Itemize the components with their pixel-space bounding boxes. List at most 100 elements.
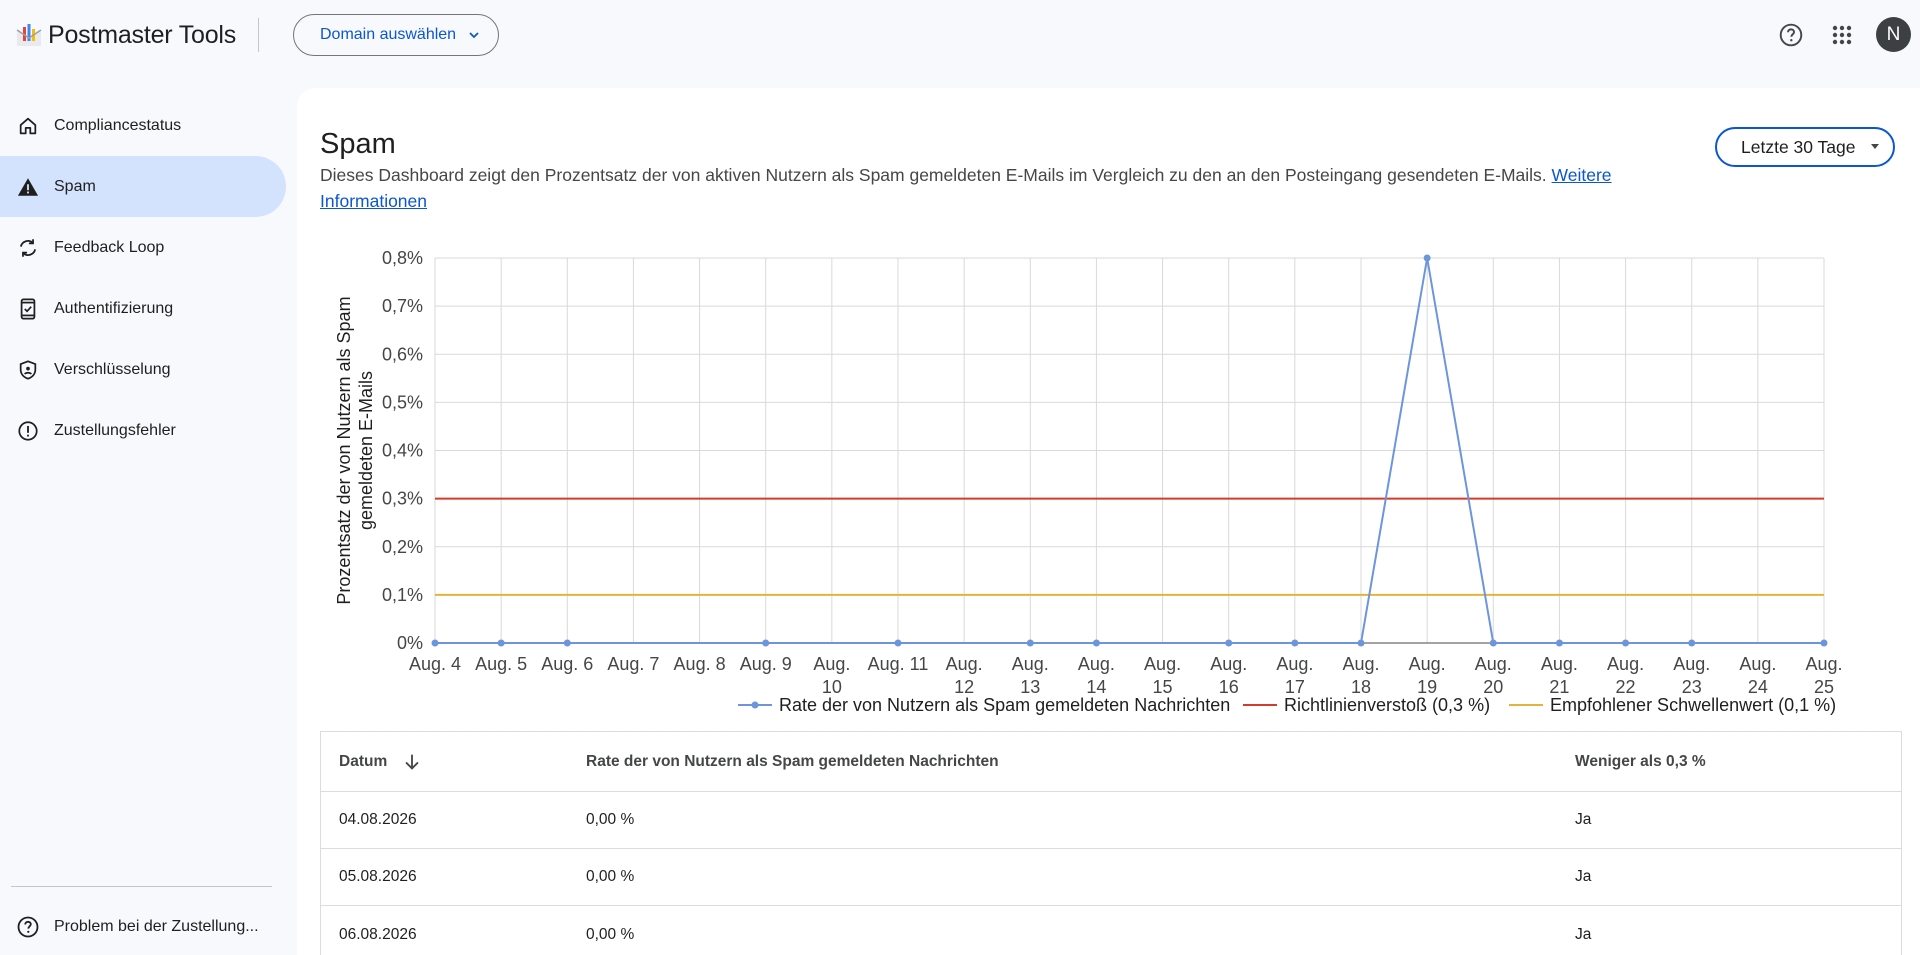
sidebar-item-authentifizierung[interactable]: Authentifizierung	[0, 278, 286, 339]
domain-select-label: Domain auswählen	[320, 26, 457, 43]
y-tick-label: 0,3%	[382, 489, 423, 509]
cell-rate: 0,00 %	[586, 868, 635, 885]
sidebar-item-label: Compliancestatus	[54, 116, 182, 134]
legend-label: Rate der von Nutzern als Spam gemeldeten…	[779, 695, 1230, 715]
x-tick-label: Aug. 9	[740, 654, 792, 674]
x-tick-label: Aug. 12	[946, 654, 983, 697]
help-icon	[16, 915, 40, 939]
x-tick-label: Aug. 16	[1210, 654, 1247, 697]
time-range-value: Letzte 30 Tage	[1741, 136, 1856, 157]
sidebar-item-feedback-loop[interactable]: Feedback Loop	[0, 217, 286, 278]
table-row: 06.08.2026 0,00 % Ja	[321, 906, 1901, 955]
x-tick-label: Aug. 17	[1276, 654, 1313, 697]
x-tick-label: Aug. 4	[409, 654, 461, 674]
x-tick-label: Aug. 8	[674, 654, 726, 674]
x-tick-label: Aug. 10	[813, 654, 850, 697]
spam-rate-table: Datum Rate der von Nutzern als Spam geme…	[320, 731, 1902, 955]
data-point	[1622, 639, 1630, 647]
data-point	[563, 639, 571, 647]
error-icon	[16, 419, 40, 443]
y-tick-label: 0,5%	[382, 392, 423, 412]
page-description-text: Dieses Dashboard zeigt den Prozentsatz d…	[320, 165, 1547, 185]
sidebar-item-label: Zustellungsfehler	[54, 421, 176, 439]
table-header-row: Datum Rate der von Nutzern als Spam geme…	[321, 732, 1901, 792]
caret-down-icon	[1871, 144, 1879, 149]
time-range-select[interactable]: Letzte 30 Tage	[1715, 127, 1895, 167]
x-tick-label: Aug. 22	[1607, 654, 1644, 697]
data-point	[1555, 639, 1563, 647]
cell-date: 04.08.2026	[339, 811, 417, 828]
y-tick-label: 0,8%	[382, 248, 423, 268]
table-row: 05.08.2026 0,00 % Ja	[321, 849, 1901, 906]
cell-date: 06.08.2026	[339, 925, 417, 943]
x-tick-label: Aug. 5	[475, 654, 527, 674]
table-row: 04.08.2026 0,00 % Ja	[321, 792, 1901, 849]
x-tick-label: Aug. 7	[607, 654, 659, 674]
app-title: Postmaster Tools	[48, 20, 237, 49]
y-tick-label: 0,1%	[382, 585, 423, 605]
domain-select-button[interactable]: Domain auswählen	[293, 14, 499, 56]
x-tick-label: Aug. 6	[541, 654, 593, 674]
sidebar-item-compliancestatus[interactable]: Compliancestatus	[0, 95, 286, 156]
x-tick-label: Aug. 18	[1342, 654, 1379, 697]
data-point	[1291, 639, 1299, 647]
x-tick-label: Aug. 24	[1739, 654, 1776, 697]
data-point	[1423, 254, 1431, 262]
sidebar-item-label: Authentifizierung	[54, 299, 174, 317]
data-point	[894, 639, 902, 647]
column-header-below-threshold: Weniger als 0,3 %	[1575, 752, 1706, 770]
page-title: Spam	[320, 128, 396, 160]
data-point	[1688, 639, 1696, 647]
apps-grid-icon[interactable]	[1825, 18, 1859, 52]
help-icon[interactable]	[1774, 18, 1808, 52]
page-description: Dieses Dashboard zeigt den Prozentsatz d…	[320, 162, 1720, 214]
data-point	[762, 639, 770, 647]
data-point	[1357, 639, 1365, 647]
data-point	[1092, 639, 1100, 647]
y-tick-label: 0%	[397, 633, 423, 653]
data-point	[431, 639, 439, 647]
postmaster-logo-icon	[16, 24, 42, 46]
data-point	[497, 639, 505, 647]
header-divider	[258, 18, 259, 52]
spam-rate-chart: 0% 0,1% 0,2% 0,3% 0,4% 0,5% 0,6% 0,7% 0,8% Aug. 4…	[334, 248, 1843, 715]
legend-swatch-dot	[751, 701, 759, 709]
cell-date: 05.08.2026	[339, 868, 417, 885]
account-avatar[interactable]: N	[1876, 17, 1911, 52]
app-header: Postmaster Tools Domain auswählen N	[0, 0, 1920, 70]
column-header-date[interactable]: Datum	[321, 751, 586, 773]
x-tick-label: Aug. 25	[1805, 654, 1842, 697]
x-tick-label: Aug. 11	[868, 654, 929, 674]
sidebar-item-label: Problem bei der Zustellung...	[54, 918, 259, 935]
sidebar-item-zustellungsfehler[interactable]: Zustellungsfehler	[0, 400, 286, 461]
sidebar-item-label: Feedback Loop	[54, 238, 165, 256]
sidebar-item-label: Verschlüsselung	[54, 360, 171, 378]
legend-label: Empfohlener Schwellenwert (0,1 %)	[1550, 695, 1836, 715]
y-tick-label: 0,6%	[382, 344, 423, 364]
cell-rate: 0,00 %	[586, 925, 635, 943]
phone-check-icon	[16, 297, 40, 321]
sidebar-item-verschluesselung[interactable]: Verschlüsselung	[0, 339, 286, 400]
cell-below-threshold: Ja	[1575, 811, 1592, 828]
sort-arrow-down-icon[interactable]	[401, 751, 423, 773]
y-axis-title: Prozentsatz der von Nutzern als Spam	[334, 296, 354, 604]
sidebar-item-label: Spam	[54, 177, 96, 195]
app-logo[interactable]: Postmaster Tools	[14, 20, 236, 50]
sidebar-item-spam[interactable]: Spam	[0, 156, 286, 217]
x-tick-label: Aug. 14	[1078, 654, 1115, 697]
cell-rate: 0,00 %	[586, 811, 635, 828]
chevron-down-icon	[469, 32, 479, 39]
column-header-rate: Rate der von Nutzern als Spam gemeldeten…	[586, 752, 999, 770]
x-tick-label: Aug. 20	[1475, 654, 1512, 697]
y-tick-label: 0,2%	[382, 537, 423, 557]
home-icon	[16, 114, 40, 138]
data-point	[1489, 639, 1497, 647]
data-point	[1225, 639, 1233, 647]
warning-icon	[16, 175, 40, 199]
legend-label: Richtlinienverstoß (0,3 %)	[1284, 695, 1490, 715]
data-point	[1820, 639, 1828, 647]
x-tick-label: Aug. 21	[1541, 654, 1578, 697]
y-tick-label: 0,4%	[382, 441, 423, 461]
sidebar-item-problem-report[interactable]: Problem bei der Zustellung...	[0, 897, 290, 955]
cell-below-threshold: Ja	[1575, 868, 1592, 885]
